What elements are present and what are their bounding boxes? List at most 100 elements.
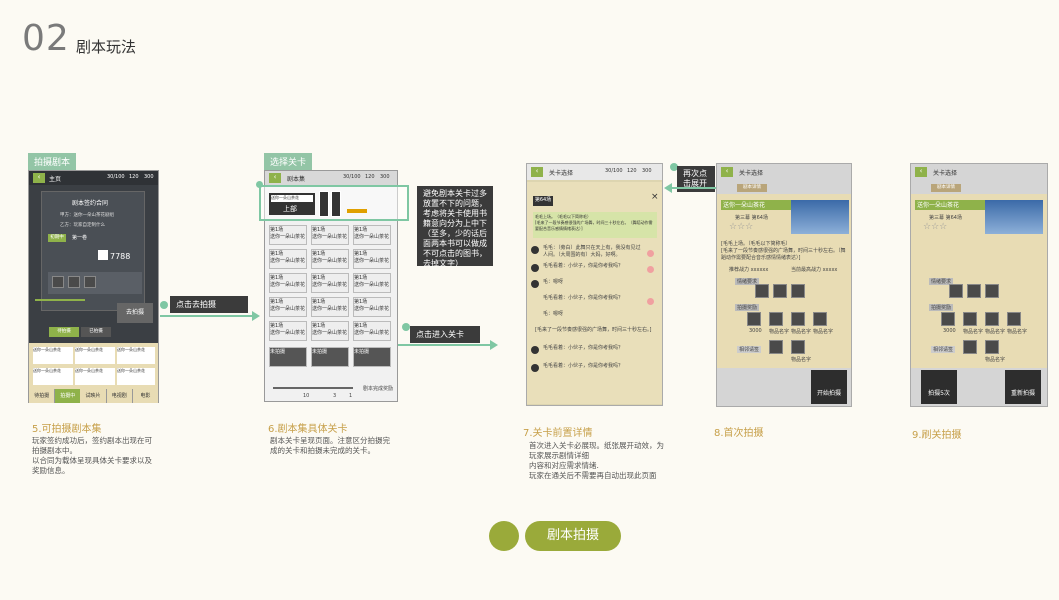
scene-label: 第三幕 第64场 <box>929 215 962 221</box>
movie-title: 送你一朵山茶花 <box>915 200 985 210</box>
level-cell[interactable]: 第1场 送你一朵山茶花 <box>353 249 391 269</box>
script-item[interactable]: 送你一朵山茶花 <box>117 368 155 385</box>
detail-sheet: 送你一朵山茶花 第三幕 第64场 ☆☆☆ [毛毛上场。（毛毛以下简称毛） [毛来… <box>717 194 851 368</box>
script-item[interactable]: 送你一朵山茶花 <box>33 368 73 385</box>
section-number: 02 <box>22 18 70 59</box>
reward-item-icon <box>985 312 999 326</box>
screen-title: 关卡选择 <box>549 170 574 177</box>
arrow-head-icon <box>252 311 260 321</box>
back-button[interactable]: ‹ <box>33 173 45 183</box>
arrow-head-icon <box>664 183 672 193</box>
screen-title: 关卡选择 <box>739 170 764 177</box>
script-item[interactable]: 送你一朵山茶花 <box>33 347 73 364</box>
script-item[interactable]: 送你一朵山茶花 <box>117 347 155 364</box>
script-shoot-button[interactable]: 剧本拍摄 <box>525 521 621 551</box>
sheet-tag: 剧本详情 <box>737 184 767 192</box>
reward-value: 7788 <box>110 252 131 261</box>
dialogue-line: 毛毛看着：小伙子，你是你考我吗？ <box>543 295 624 301</box>
mini-tab-shot[interactable]: 已拍摄 <box>81 327 111 337</box>
level-cell[interactable]: 第1场 送你一朵山茶花 <box>353 273 391 293</box>
level-cell[interactable]: 第1场 送你一朵山茶花 <box>269 297 307 317</box>
bottom-tabs: 待拍摄 拍摄中 试映片 电视剧 电影 <box>29 389 159 403</box>
caption-6: 6.剧本集具体关卡 <box>268 424 348 435</box>
avatar <box>531 280 539 288</box>
book-part-lower[interactable] <box>331 191 341 217</box>
level-cell[interactable]: 第1场 送你一朵山茶花 <box>353 321 391 341</box>
dialogue-line: 毛：嗯呀 <box>543 279 564 285</box>
step-dot <box>402 323 410 331</box>
level-cell[interactable]: 第1场 送你一朵山茶花 <box>269 249 307 269</box>
contract-card: 剧本签约合同 甲方：送你一朵山茶花剧组 乙方：玩家自定制什么 初期中 第一卷 7… <box>41 191 145 311</box>
reshoot-button[interactable]: 重新拍摄 <box>1005 370 1041 404</box>
level-cell-unshot[interactable]: 未拍摄 <box>269 347 307 367</box>
tab-pending[interactable]: 待拍摄 <box>29 389 56 403</box>
level-cell-unshot[interactable]: 未拍摄 <box>311 347 349 367</box>
dialogue-list: 毛毛：（旁白）此舞只在天上有，我没有见过人间。（大周围的有）大妈，好啊。 毛毛看… <box>531 244 659 394</box>
party-a: 甲方：送你一朵山茶花剧组 <box>60 213 114 218</box>
level-cell[interactable]: 第1场 送你一朵山茶花 <box>311 225 349 245</box>
start-shoot-button[interactable]: 开始拍摄 <box>811 370 847 404</box>
reward-item-name: 物品名字 <box>963 329 984 335</box>
tab-tv[interactable]: 电视剧 <box>106 389 133 403</box>
book-part-upper[interactable]: 送你一朵山茶花 上部 <box>269 193 315 215</box>
level-cell[interactable]: 第1场 送你一朵山茶花 <box>353 297 391 317</box>
script-item[interactable]: 送你一朵山茶花 <box>75 347 115 364</box>
level-cell[interactable]: 第1场 送你一朵山茶花 <box>269 225 307 245</box>
go-shoot-button[interactable]: 去拍摄 <box>117 303 153 323</box>
script-paper: 第64场 × 毛毛上场。（毛毛以下简称毛） [毛来了一段节奏感很强的广场舞，时间… <box>527 182 662 404</box>
emotion-icon <box>647 298 654 305</box>
energy-stat: 30/100 <box>343 174 361 180</box>
scene-label: 第三幕 第64场 <box>735 215 768 221</box>
sweep-shoot-button[interactable]: 拍摄5次 <box>921 370 957 404</box>
back-button[interactable]: ‹ <box>531 167 543 177</box>
level-cell[interactable]: 第1场 送你一朵山茶花 <box>311 273 349 293</box>
tab-movie[interactable]: 电影 <box>132 389 159 403</box>
reward-label: 拍摄奖励 <box>735 304 760 311</box>
top-bar: ‹ 主页 30/100 120 300 <box>29 171 158 185</box>
note-enter-level: 点击进入关卡 <box>410 326 480 343</box>
book-part-mid[interactable] <box>319 191 329 217</box>
emotion-slot <box>755 284 769 298</box>
level-cell[interactable]: 第1场 送你一朵山茶花 <box>311 249 349 269</box>
heart-stat: 120 <box>129 174 139 180</box>
reward-item-name: 物品名字 <box>791 329 812 335</box>
level-cell[interactable]: 第1场 送你一朵山茶花 <box>311 297 349 317</box>
emotion-slot <box>949 284 963 298</box>
reward-label: 拍摄奖励 <box>929 304 954 311</box>
movie-poster <box>791 200 849 234</box>
sheet-tag: 剧本详情 <box>931 184 961 192</box>
completion-reward-label[interactable]: 剧本完成奖励 <box>363 385 393 392</box>
back-button[interactable]: ‹ <box>915 167 927 177</box>
level-cell[interactable]: 第1场 送你一朵山茶花 <box>269 273 307 293</box>
movie-title: 送你一朵山茶花 <box>721 200 791 210</box>
level-cell[interactable]: 第1场 送你一朵山茶花 <box>311 321 349 341</box>
note-avoid-overflow: 避免剧本关卡过多放置不下的问题，考虑将关卡使用书籍意向分为上中下（至多，少的话后… <box>417 186 493 268</box>
reward-item-icon <box>963 312 977 326</box>
reward-item-name: 物品名字 <box>769 329 790 335</box>
level-cell[interactable]: 第1场 送你一朵山茶花 <box>269 321 307 341</box>
star-rating-icon: ☆☆☆ <box>923 222 948 232</box>
dialogue-line: [毛来了一段节奏感很强的广场舞，时间三十秒左右。] <box>535 327 652 333</box>
reward-item-name: 物品名字 <box>813 329 834 335</box>
caption-5: 5.可拍摄剧本集 <box>32 424 102 435</box>
step-dot <box>160 301 168 309</box>
reward-item-icon <box>963 340 977 354</box>
back-button[interactable]: ‹ <box>721 167 733 177</box>
mini-tab-pending[interactable]: 待拍摄 <box>49 327 79 337</box>
nav-dot[interactable] <box>489 521 519 551</box>
emotion-icon <box>647 266 654 273</box>
arrow-line <box>160 315 252 317</box>
progress-mark: 3 <box>333 393 337 399</box>
reward-item-name: 物品名字 <box>1007 329 1028 335</box>
script-item[interactable]: 送你一朵山茶花 <box>75 368 115 385</box>
tab-shooting[interactable]: 拍摄中 <box>55 389 81 403</box>
tab-trailer[interactable]: 试映片 <box>80 389 107 403</box>
movie-poster <box>985 200 1043 234</box>
close-icon[interactable]: × <box>651 192 659 202</box>
level-cell[interactable]: 第1场 送你一朵山茶花 <box>353 225 391 245</box>
reward-item-name: 物品名字 <box>791 357 812 363</box>
back-button[interactable]: ‹ <box>269 173 281 183</box>
reward-panel <box>48 272 142 294</box>
screen-level-detail: ‹ 关卡选择 30/100 120 300 第64场 × 毛毛上场。（毛毛以下简… <box>526 163 663 406</box>
level-cell-unshot[interactable]: 未拍摄 <box>353 347 391 367</box>
